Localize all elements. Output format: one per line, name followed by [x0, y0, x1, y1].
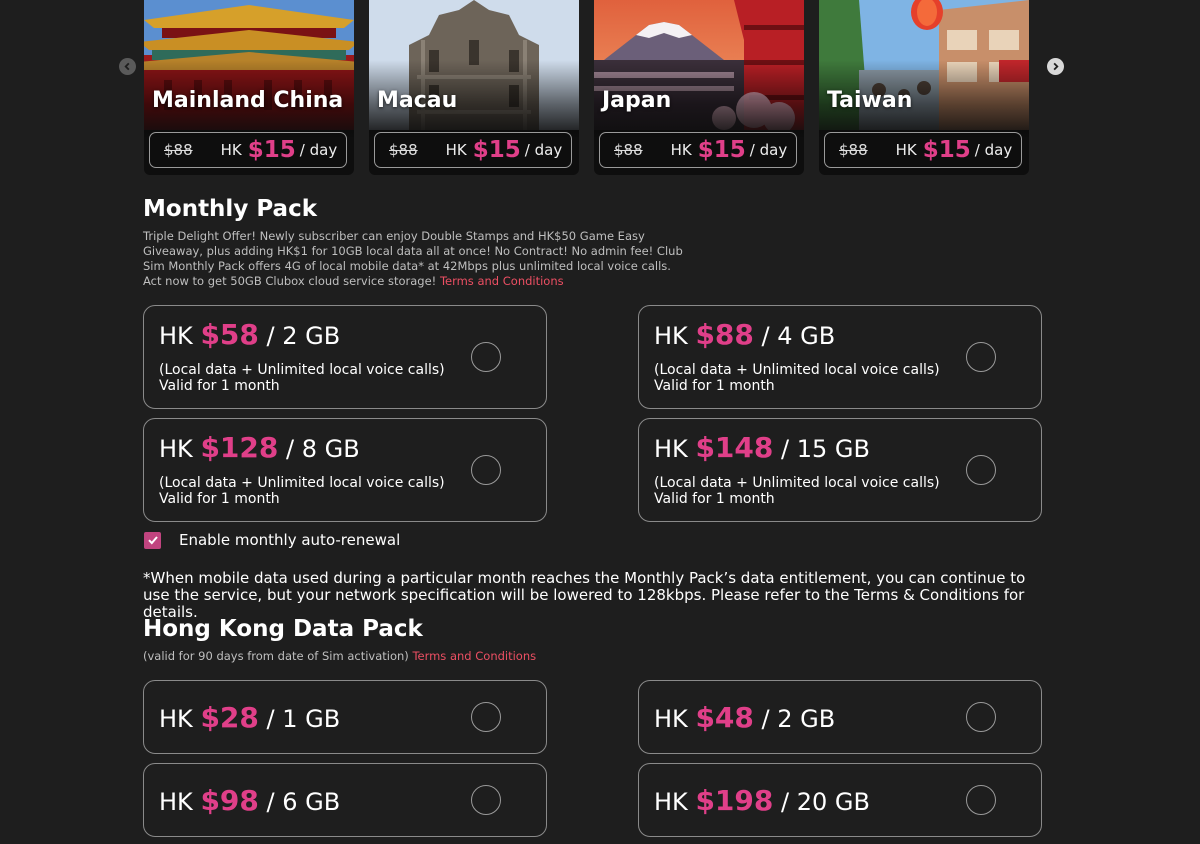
- monthly-pack-description: Triple Delight Offer! Newly subscriber c…: [143, 229, 683, 288]
- plan-size: / 8 GB: [286, 435, 360, 463]
- monthly-plan-88[interactable]: HK $88 / 4 GB (Local data + Unlimited lo…: [638, 305, 1042, 409]
- plan-price: $198: [695, 784, 774, 817]
- hk-plan-98[interactable]: HK $98 / 6 GB: [143, 763, 547, 837]
- original-price: $88: [164, 141, 193, 159]
- plan-detail: (Local data + Unlimited local voice call…: [654, 362, 940, 378]
- auto-renewal-label: Enable monthly auto-renewal: [179, 531, 401, 549]
- destination-name: Japan: [602, 88, 672, 113]
- plan-price: $48: [695, 701, 754, 734]
- destination-card-japan[interactable]: Japan $88 HK $15 / day: [594, 0, 804, 175]
- plan-currency: HK: [654, 705, 688, 733]
- original-price: $88: [839, 141, 868, 159]
- plan-radio[interactable]: [471, 455, 501, 485]
- original-price: $88: [614, 141, 643, 159]
- plan-radio[interactable]: [966, 455, 996, 485]
- chevron-left-icon: [124, 62, 130, 71]
- price-unit: / day: [749, 141, 788, 159]
- carousel-prev-button[interactable]: [119, 58, 136, 75]
- plan-radio[interactable]: [471, 702, 501, 732]
- plan-currency: HK: [159, 322, 193, 350]
- chevron-right-icon: [1053, 62, 1059, 71]
- destination-price: $88 HK $15 / day: [374, 132, 572, 168]
- monthly-plan-148[interactable]: HK $148 / 15 GB (Local data + Unlimited …: [638, 418, 1042, 522]
- hk-terms-link[interactable]: Terms and Conditions: [412, 649, 536, 663]
- plan-price: $28: [200, 701, 259, 734]
- price-amount: $15: [922, 137, 971, 163]
- destination-carousel: Mainland China $88 HK $15 / day Macau $8…: [0, 0, 1200, 176]
- plan-radio[interactable]: [966, 785, 996, 815]
- original-price: $88: [389, 141, 418, 159]
- monthly-plan-128[interactable]: HK $128 / 8 GB (Local data + Unlimited l…: [143, 418, 547, 522]
- monthly-terms-link[interactable]: Terms and Conditions: [440, 274, 564, 288]
- plan-currency: HK: [654, 788, 688, 816]
- plan-validity: Valid for 1 month: [159, 378, 280, 394]
- plan-size: / 2 GB: [761, 705, 836, 733]
- plan-currency: HK: [654, 322, 688, 350]
- hk-plan-198[interactable]: HK $198 / 20 GB: [638, 763, 1042, 837]
- price-amount: $15: [247, 137, 296, 163]
- plan-price: $148: [695, 431, 774, 464]
- plan-size: / 4 GB: [761, 322, 836, 350]
- plan-validity: Valid for 1 month: [654, 491, 775, 507]
- price-currency: HK: [670, 141, 692, 159]
- hk-plan-28[interactable]: HK $28 / 1 GB: [143, 680, 547, 754]
- destination-name: Macau: [377, 88, 458, 113]
- hk-data-pack-title: Hong Kong Data Pack: [143, 616, 423, 642]
- plan-price: $58: [200, 318, 259, 351]
- price-amount: $15: [472, 137, 521, 163]
- destination-card-taiwan[interactable]: Taiwan $88 HK $15 / day: [819, 0, 1029, 175]
- plan-price: $88: [695, 318, 754, 351]
- plan-currency: HK: [159, 435, 193, 463]
- plan-size: / 15 GB: [781, 435, 870, 463]
- plan-currency: HK: [159, 705, 193, 733]
- checkmark-icon: [147, 536, 158, 545]
- price-unit: / day: [524, 141, 563, 159]
- plan-currency: HK: [654, 435, 688, 463]
- plan-size: / 20 GB: [781, 788, 870, 816]
- plan-detail: (Local data + Unlimited local voice call…: [159, 362, 445, 378]
- monthly-plan-58[interactable]: HK $58 / 2 GB (Local data + Unlimited lo…: [143, 305, 547, 409]
- monthly-pack-title: Monthly Pack: [143, 196, 318, 222]
- price-unit: / day: [299, 141, 338, 159]
- auto-renewal-checkbox[interactable]: [144, 531, 161, 549]
- auto-renewal-toggle[interactable]: Enable monthly auto-renewal: [144, 531, 400, 549]
- plan-validity: Valid for 1 month: [654, 378, 775, 394]
- plan-validity: Valid for 1 month: [159, 491, 280, 507]
- plan-size: / 6 GB: [266, 788, 341, 816]
- carousel-next-button[interactable]: [1047, 58, 1064, 75]
- destination-price: $88 HK $15 / day: [149, 132, 347, 168]
- plan-detail: (Local data + Unlimited local voice call…: [159, 475, 445, 491]
- destination-name: Mainland China: [152, 88, 344, 113]
- price-amount: $15: [697, 137, 746, 163]
- price-currency: HK: [445, 141, 467, 159]
- plan-radio[interactable]: [471, 342, 501, 372]
- destination-card-mainland-china[interactable]: Mainland China $88 HK $15 / day: [144, 0, 354, 175]
- hk-plan-48[interactable]: HK $48 / 2 GB: [638, 680, 1042, 754]
- plan-size: / 2 GB: [266, 322, 341, 350]
- data-usage-note: *When mobile data used during a particul…: [143, 569, 1026, 621]
- price-currency: HK: [220, 141, 242, 159]
- plan-radio[interactable]: [471, 785, 501, 815]
- price-unit: / day: [974, 141, 1013, 159]
- plan-size: / 1 GB: [266, 705, 341, 733]
- plan-radio[interactable]: [966, 342, 996, 372]
- hk-data-pack-description: (valid for 90 days from date of Sim acti…: [143, 649, 537, 663]
- destination-card-macau[interactable]: Macau $88 HK $15 / day: [369, 0, 579, 175]
- plan-detail: (Local data + Unlimited local voice call…: [654, 475, 940, 491]
- plan-radio[interactable]: [966, 702, 996, 732]
- destination-price: $88 HK $15 / day: [599, 132, 797, 168]
- destination-price: $88 HK $15 / day: [824, 132, 1022, 168]
- destination-name: Taiwan: [827, 88, 913, 113]
- price-currency: HK: [895, 141, 917, 159]
- plan-price: $98: [200, 784, 259, 817]
- plan-price: $128: [200, 431, 279, 464]
- plan-currency: HK: [159, 788, 193, 816]
